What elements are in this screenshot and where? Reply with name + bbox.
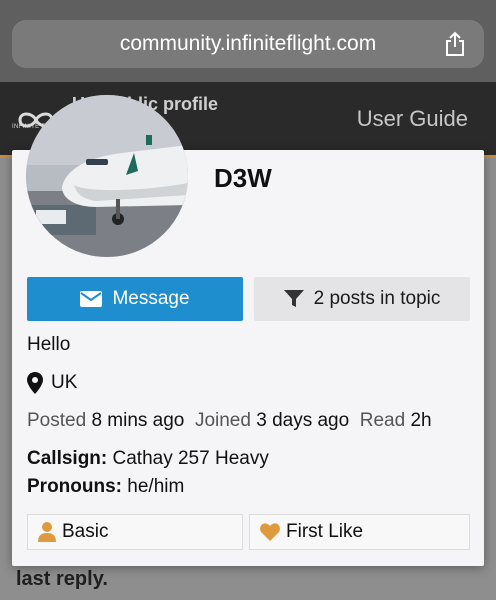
person-icon <box>38 522 56 542</box>
joined-value: 3 days ago <box>256 410 350 431</box>
filter-posts-button[interactable]: 2 posts in topic <box>254 277 470 321</box>
map-marker-icon <box>27 372 43 394</box>
url-bar[interactable]: community.infiniteflight.com <box>12 20 484 68</box>
envelope-icon <box>80 291 103 307</box>
posted-label: Posted <box>27 410 87 431</box>
background-post-text: last reply. <box>16 568 108 590</box>
share-icon[interactable] <box>444 31 466 57</box>
callsign-field: Callsign: Cathay 257 Heavy <box>27 448 269 470</box>
message-button[interactable]: Message <box>27 277 243 321</box>
read-value: 2h <box>410 410 432 431</box>
badge-first-like[interactable]: First Like <box>249 514 470 550</box>
pronouns-field: Pronouns: he/him <box>27 476 184 498</box>
badge-first-like-label: First Like <box>286 521 364 542</box>
message-button-label: Message <box>112 288 190 309</box>
location: UK <box>27 372 77 394</box>
location-text: UK <box>51 372 78 393</box>
badge-basic[interactable]: Basic <box>27 514 243 550</box>
joined-label: Joined <box>194 410 251 431</box>
filter-icon <box>283 290 304 307</box>
browser-chrome: community.infiniteflight.com <box>0 0 496 82</box>
pronouns-value: he/him <box>127 476 185 497</box>
avatar[interactable] <box>26 95 188 257</box>
callsign-value: Cathay 257 Heavy <box>112 448 269 469</box>
bio-text: Hello <box>27 334 71 355</box>
user-stats: Posted 8 mins ago Joined 3 days ago Read… <box>27 410 432 432</box>
url-text[interactable]: community.infiniteflight.com <box>12 32 484 56</box>
callsign-label: Callsign: <box>27 448 108 469</box>
username[interactable]: D3W <box>214 163 272 194</box>
badge-basic-label: Basic <box>62 521 109 542</box>
posted-value[interactable]: 8 mins ago <box>91 410 184 431</box>
pronouns-label: Pronouns: <box>27 476 122 497</box>
heart-icon <box>260 523 280 541</box>
avatar-aircraft-photo <box>26 95 188 257</box>
user-guide-link[interactable]: User Guide <box>357 106 468 132</box>
filter-posts-label: 2 posts in topic <box>313 288 441 309</box>
read-label: Read <box>359 410 406 431</box>
